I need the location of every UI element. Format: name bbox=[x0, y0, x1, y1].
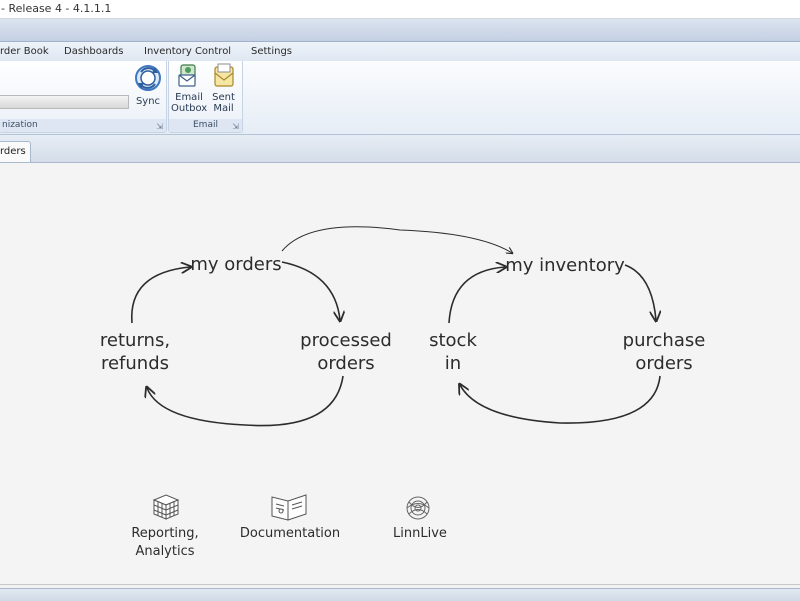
workflow-diagram: my orders processed orders returns, refu… bbox=[100, 226, 706, 559]
title-bar: - Release 4 - 4.1.1.1 bbox=[0, 0, 800, 19]
sent-mail-icon bbox=[213, 63, 234, 87]
book-icon bbox=[271, 494, 307, 521]
tab-dashboards[interactable]: Dashboards bbox=[64, 46, 123, 57]
analytics-label: Analytics bbox=[135, 544, 194, 559]
arrow-stock-to-inventory bbox=[448, 267, 505, 324]
tab-open-orders-label: rders bbox=[0, 146, 26, 157]
sent-label: Sent bbox=[212, 92, 235, 103]
sync-progress-bar bbox=[0, 95, 129, 109]
synchronization-group-label: nization bbox=[0, 119, 166, 132]
tab-settings[interactable]: Settings bbox=[251, 46, 292, 57]
outbox-label: Outbox bbox=[171, 103, 208, 114]
sync-label: Sync bbox=[135, 96, 161, 107]
processed-orders-label-2[interactable]: orders bbox=[317, 353, 374, 374]
arrow-orders-to-processed bbox=[281, 261, 340, 320]
status-bar bbox=[0, 588, 800, 601]
email-outbox-button[interactable]: Email Outbox bbox=[171, 63, 207, 114]
linnlive-shortcut[interactable]: LinnLive bbox=[393, 496, 447, 541]
dialog-launcher-icon[interactable]: ⇲ bbox=[232, 122, 239, 131]
ribbon: Sync nization ⇲ Email Outbox Sent Mail E… bbox=[0, 61, 800, 135]
arrow-purchase-to-stock bbox=[460, 375, 661, 424]
tab-open-orders[interactable]: rders bbox=[0, 141, 31, 162]
sync-button[interactable]: Sync bbox=[132, 63, 164, 107]
sent-mail-button[interactable]: Sent Mail bbox=[207, 63, 240, 114]
dialog-launcher-icon[interactable]: ⇲ bbox=[156, 122, 163, 131]
ribbon-tabs: rder Book Dashboards Inventory Control S… bbox=[0, 42, 800, 61]
stock-in-label-2[interactable]: in bbox=[445, 353, 461, 374]
purchase-orders-label-1[interactable]: purchase bbox=[623, 330, 706, 351]
arrow-processed-to-returns bbox=[147, 375, 344, 427]
processed-orders-label-1[interactable]: processed bbox=[300, 330, 392, 351]
arrow-inventory-to-purchase bbox=[624, 264, 656, 320]
tab-inventory-control[interactable]: Inventory Control bbox=[144, 46, 231, 57]
mail-label: Mail bbox=[213, 103, 234, 114]
ribbon-group-synchronization: Sync nization ⇲ bbox=[0, 61, 167, 133]
arrow-returns-to-orders bbox=[131, 267, 190, 324]
email-group-label: Email bbox=[169, 119, 242, 132]
sync-icon bbox=[135, 65, 161, 91]
linnlive-logo-icon bbox=[406, 496, 430, 520]
cube-icon bbox=[152, 494, 180, 520]
tab-order-book[interactable]: rder Book bbox=[0, 46, 49, 57]
my-orders-label[interactable]: my orders bbox=[190, 254, 281, 275]
linnlive-label: LinnLive bbox=[393, 526, 447, 541]
email-label: Email bbox=[175, 92, 203, 103]
ribbon-group-email: Email Outbox Sent Mail Email ⇲ bbox=[168, 61, 243, 133]
quick-access-bar bbox=[0, 19, 800, 42]
document-tab-strip: rders bbox=[0, 135, 800, 163]
documentation-shortcut[interactable]: Documentation bbox=[240, 494, 340, 541]
purchase-orders-label-2[interactable]: orders bbox=[635, 353, 692, 374]
window-title: - Release 4 - 4.1.1.1 bbox=[1, 2, 112, 15]
arrow-orders-to-inventory bbox=[281, 226, 512, 253]
reporting-analytics-shortcut[interactable]: Reporting, Analytics bbox=[131, 494, 199, 559]
welcome-panel: my orders processed orders returns, refu… bbox=[0, 163, 800, 585]
returns-refunds-label-1[interactable]: returns, bbox=[100, 330, 170, 351]
returns-refunds-label-2[interactable]: refunds bbox=[101, 353, 169, 374]
email-outbox-icon bbox=[178, 64, 196, 87]
reporting-label: Reporting, bbox=[131, 526, 198, 541]
my-inventory-label[interactable]: my inventory bbox=[505, 255, 625, 276]
documentation-label: Documentation bbox=[240, 526, 340, 541]
stock-in-label-1[interactable]: stock bbox=[429, 330, 477, 351]
